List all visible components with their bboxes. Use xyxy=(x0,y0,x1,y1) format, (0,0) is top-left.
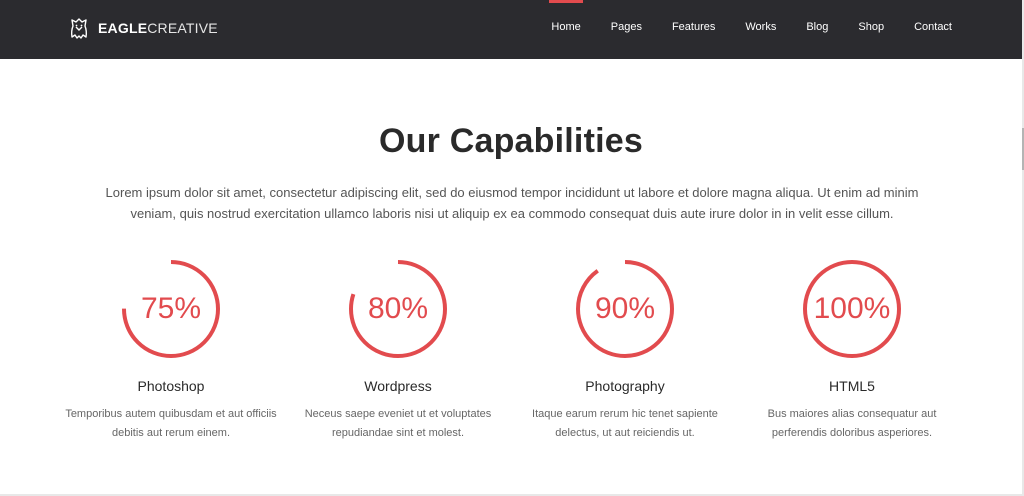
nav-item-contact[interactable]: Contact xyxy=(914,0,952,59)
capability-name: HTML5 xyxy=(829,378,875,394)
capability-html5: 100% HTML5 Bus maiores alias consequatur… xyxy=(736,258,968,443)
nav-item-works[interactable]: Works xyxy=(745,0,776,59)
progress-ring: 100% xyxy=(801,258,903,360)
capability-wordpress: 80% Wordpress Neceus saepe eveniet ut et… xyxy=(282,258,514,443)
progress-ring: 90% xyxy=(574,258,676,360)
progress-percent: 90% xyxy=(594,292,656,325)
section-title: Our Capabilities xyxy=(379,122,643,160)
nav-item-shop[interactable]: Shop xyxy=(858,0,884,59)
section-intro: Lorem ipsum dolor sit amet, consectetur … xyxy=(105,185,919,221)
progress-percent: 100% xyxy=(813,292,891,325)
brand-logo[interactable]: EAGLECREATIVE xyxy=(68,16,218,40)
capability-desc: Itaque earum rerum hic tenet sapiente de… xyxy=(532,408,718,439)
progress-percent: 75% xyxy=(140,292,202,325)
capability-name: Photoshop xyxy=(137,378,205,394)
eagle-logo-icon xyxy=(70,18,88,39)
progress-ring: 80% xyxy=(347,258,449,360)
main-nav: Home Pages Features Works Blog Shop Cont… xyxy=(521,0,952,59)
brand-name: EAGLECREATIVE xyxy=(98,20,218,36)
top-navbar: EAGLECREATIVE Home Pages Features Works … xyxy=(0,0,1022,59)
nav-item-pages[interactable]: Pages xyxy=(611,0,642,59)
nav-item-home[interactable]: Home xyxy=(549,0,584,59)
capability-desc: Temporibus autem quibusdam et aut offici… xyxy=(65,408,277,439)
capability-photography: 90% Photography Itaque earum rerum hic t… xyxy=(509,258,741,443)
progress-ring: 75% xyxy=(120,258,222,360)
capability-name: Photography xyxy=(585,378,665,394)
nav-item-features[interactable]: Features xyxy=(672,0,715,59)
capability-desc: Neceus saepe eveniet ut et voluptates re… xyxy=(304,408,492,439)
progress-percent: 80% xyxy=(367,292,429,325)
nav-item-blog[interactable]: Blog xyxy=(806,0,828,59)
capability-desc: Bus maiores alias consequatur aut perfer… xyxy=(767,408,937,439)
capability-photoshop: 75% Photoshop Temporibus autem quibusdam… xyxy=(55,258,287,443)
capability-name: Wordpress xyxy=(364,378,432,394)
